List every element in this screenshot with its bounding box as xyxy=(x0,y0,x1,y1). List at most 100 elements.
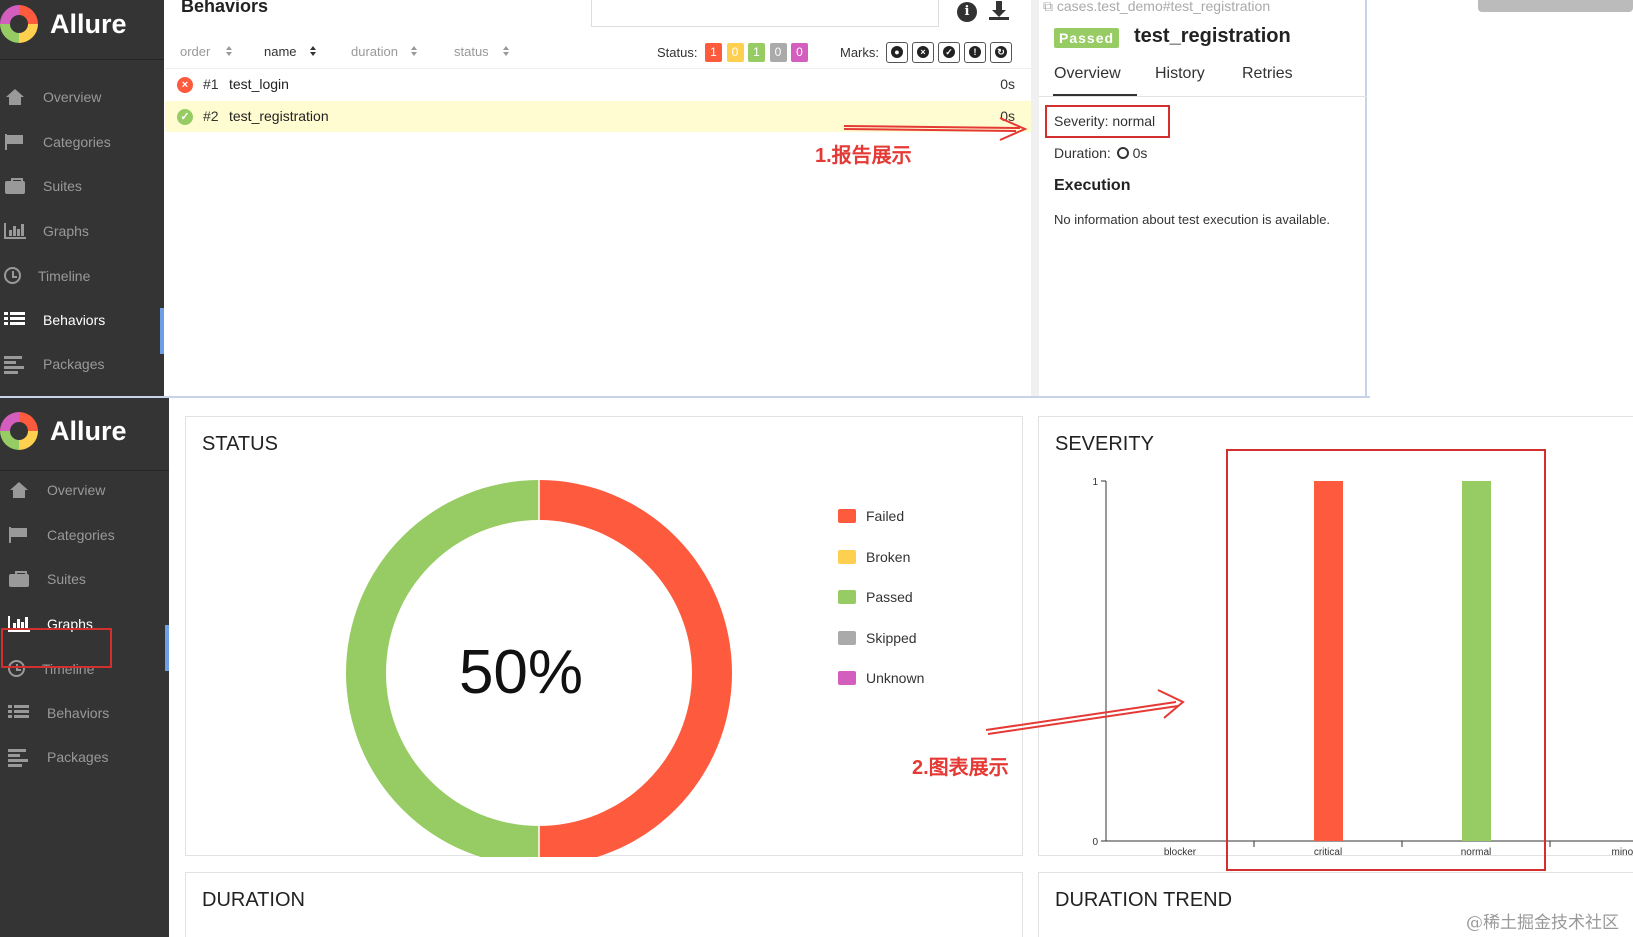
sidebar-item-label: Categories xyxy=(43,133,111,150)
status-filter-badge[interactable]: 1 xyxy=(705,43,722,62)
legend-swatch xyxy=(838,630,856,645)
status-badge: Passed xyxy=(1054,28,1120,48)
legend-swatch xyxy=(838,590,856,604)
info-icon[interactable]: i xyxy=(957,2,977,22)
new-failed-icon[interactable]: × xyxy=(912,42,934,63)
home-icon xyxy=(8,482,30,498)
list-icon xyxy=(4,311,26,328)
marks-filter-label: Marks: xyxy=(840,45,879,60)
sidebar-item-overview[interactable]: Overview xyxy=(0,89,101,105)
sidebar-item-packages[interactable]: Packages xyxy=(0,749,108,767)
new-passed-icon[interactable]: ✓ xyxy=(938,42,960,63)
tab-overview[interactable]: Overview xyxy=(1054,65,1121,83)
status-filter-label: Status: xyxy=(657,45,698,60)
allure-logo-icon xyxy=(0,412,38,450)
column-name[interactable]: name xyxy=(264,44,317,59)
list-icon xyxy=(8,704,30,721)
panel-splitter[interactable] xyxy=(1031,0,1039,398)
align-left-icon xyxy=(4,356,26,374)
sidebar-item-label: Behaviors xyxy=(43,311,106,328)
duration-label: Duration: xyxy=(1054,145,1111,161)
sidebar-item-categories[interactable]: Categories xyxy=(0,133,111,150)
sidebar-item-label: Overview xyxy=(43,89,102,105)
home-icon xyxy=(4,89,26,105)
sidebar-item-behaviors[interactable]: Behaviors xyxy=(0,311,106,328)
sidebar-item-label: Graphs xyxy=(43,222,89,239)
duration-card-title: DURATION xyxy=(202,889,305,911)
legend-item[interactable]: Skipped xyxy=(838,630,917,646)
background-chip xyxy=(1478,0,1633,12)
x-tick-label-minor: minor xyxy=(1611,847,1633,857)
legend-item[interactable]: Broken xyxy=(838,549,910,565)
sidebar-item-timeline[interactable]: Timeline xyxy=(0,267,90,284)
sort-icon xyxy=(309,46,317,57)
y-tick-label: 1 xyxy=(1092,477,1098,488)
allure-logo[interactable]: Allure xyxy=(0,5,127,43)
sidebar-item-suites[interactable]: Suites xyxy=(0,571,86,587)
logo-divider xyxy=(0,59,164,60)
sort-icon xyxy=(502,46,510,57)
sidebar-item-categories[interactable]: Categories xyxy=(0,526,115,543)
duration-trend-card-title: DURATION TREND xyxy=(1055,889,1233,911)
sort-icon xyxy=(410,46,418,57)
sidebar-item-behaviors[interactable]: Behaviors xyxy=(0,704,110,721)
logo-text: Allure xyxy=(50,8,127,39)
search-input[interactable] xyxy=(591,0,939,27)
failed-icon: × xyxy=(177,77,193,93)
tab-retries[interactable]: Retries xyxy=(1242,65,1293,83)
retries-icon[interactable]: ↻ xyxy=(990,42,1012,63)
tab-history[interactable]: History xyxy=(1155,65,1205,83)
legend-label: Skipped xyxy=(866,629,917,646)
legend-swatch xyxy=(838,549,856,564)
sidebar-item-label: Categories xyxy=(47,526,115,543)
annotation-arrow xyxy=(985,689,1185,735)
sidebar: Allure Overview Categories Suites Graphs Tim… xyxy=(0,0,164,398)
column-status-label: status xyxy=(454,44,489,59)
sidebar-item-label: Overview xyxy=(47,482,106,498)
row-number: #2 xyxy=(203,108,219,124)
column-order[interactable]: order xyxy=(180,44,233,59)
status-filter-badge[interactable]: 0 xyxy=(791,43,808,62)
legend-item[interactable]: Failed xyxy=(838,508,904,524)
execution-text: No information about test execution is a… xyxy=(1054,212,1331,227)
active-nav-indicator xyxy=(165,625,169,671)
graphs-highlight-box xyxy=(1,628,112,668)
severity-bars-highlight-box xyxy=(1226,449,1546,871)
column-order-label: order xyxy=(180,44,211,59)
status-filter-badge[interactable]: 1 xyxy=(748,43,765,62)
legend-item[interactable]: Unknown xyxy=(838,670,924,686)
active-nav-indicator xyxy=(160,308,164,354)
breadcrumb[interactable]: ⧉ cases.test_demo#test_registration xyxy=(1043,0,1270,15)
test-title: test_registration xyxy=(1134,25,1291,47)
test-detail-panel: ⧉ cases.test_demo#test_registration Pass… xyxy=(1039,0,1367,398)
bar-chart-icon xyxy=(4,222,26,239)
column-duration[interactable]: duration xyxy=(351,44,418,59)
tree-row[interactable]: × #1 test_login 0s xyxy=(165,69,1031,100)
x-tick-label-blocker: blocker xyxy=(1164,847,1197,857)
flag-icon xyxy=(8,526,30,543)
sidebar-item-label: Behaviors xyxy=(47,704,110,721)
annotation-arrow xyxy=(843,117,1028,141)
allure-logo-icon xyxy=(0,5,38,43)
briefcase-icon xyxy=(8,571,30,587)
graphs-screen: Allure Overview Categories Suites Graphs Tim… xyxy=(0,398,1633,937)
new-broken-icon[interactable]: ! xyxy=(964,42,986,63)
legend-swatch xyxy=(838,671,856,685)
download-icon[interactable] xyxy=(989,1,1009,21)
sidebar-item-label: Packages xyxy=(43,356,105,372)
legend-item[interactable]: Passed xyxy=(838,589,913,605)
column-status[interactable]: status xyxy=(454,44,510,59)
breadcrumb-text: cases.test_demo#test_registration xyxy=(1056,0,1271,14)
status-filter-badge[interactable]: 0 xyxy=(769,43,787,62)
annotation-report: 1.报告展示 xyxy=(815,145,912,167)
sidebar-item-graphs[interactable]: Graphs xyxy=(0,222,89,239)
sidebar-item-label: Suites xyxy=(43,178,82,194)
allure-logo[interactable]: Allure xyxy=(0,412,127,450)
status-filter-badge[interactable]: 0 xyxy=(726,43,744,62)
sidebar-item-packages[interactable]: Packages xyxy=(0,356,105,374)
sidebar-item-overview[interactable]: Overview xyxy=(0,482,105,498)
flaky-icon[interactable]: ● xyxy=(886,42,908,63)
sidebar-item-suites[interactable]: Suites xyxy=(0,178,82,194)
tab-divider xyxy=(1039,96,1367,97)
behaviors-screen: Allure Overview Categories Suites Graphs Tim… xyxy=(0,0,1633,398)
